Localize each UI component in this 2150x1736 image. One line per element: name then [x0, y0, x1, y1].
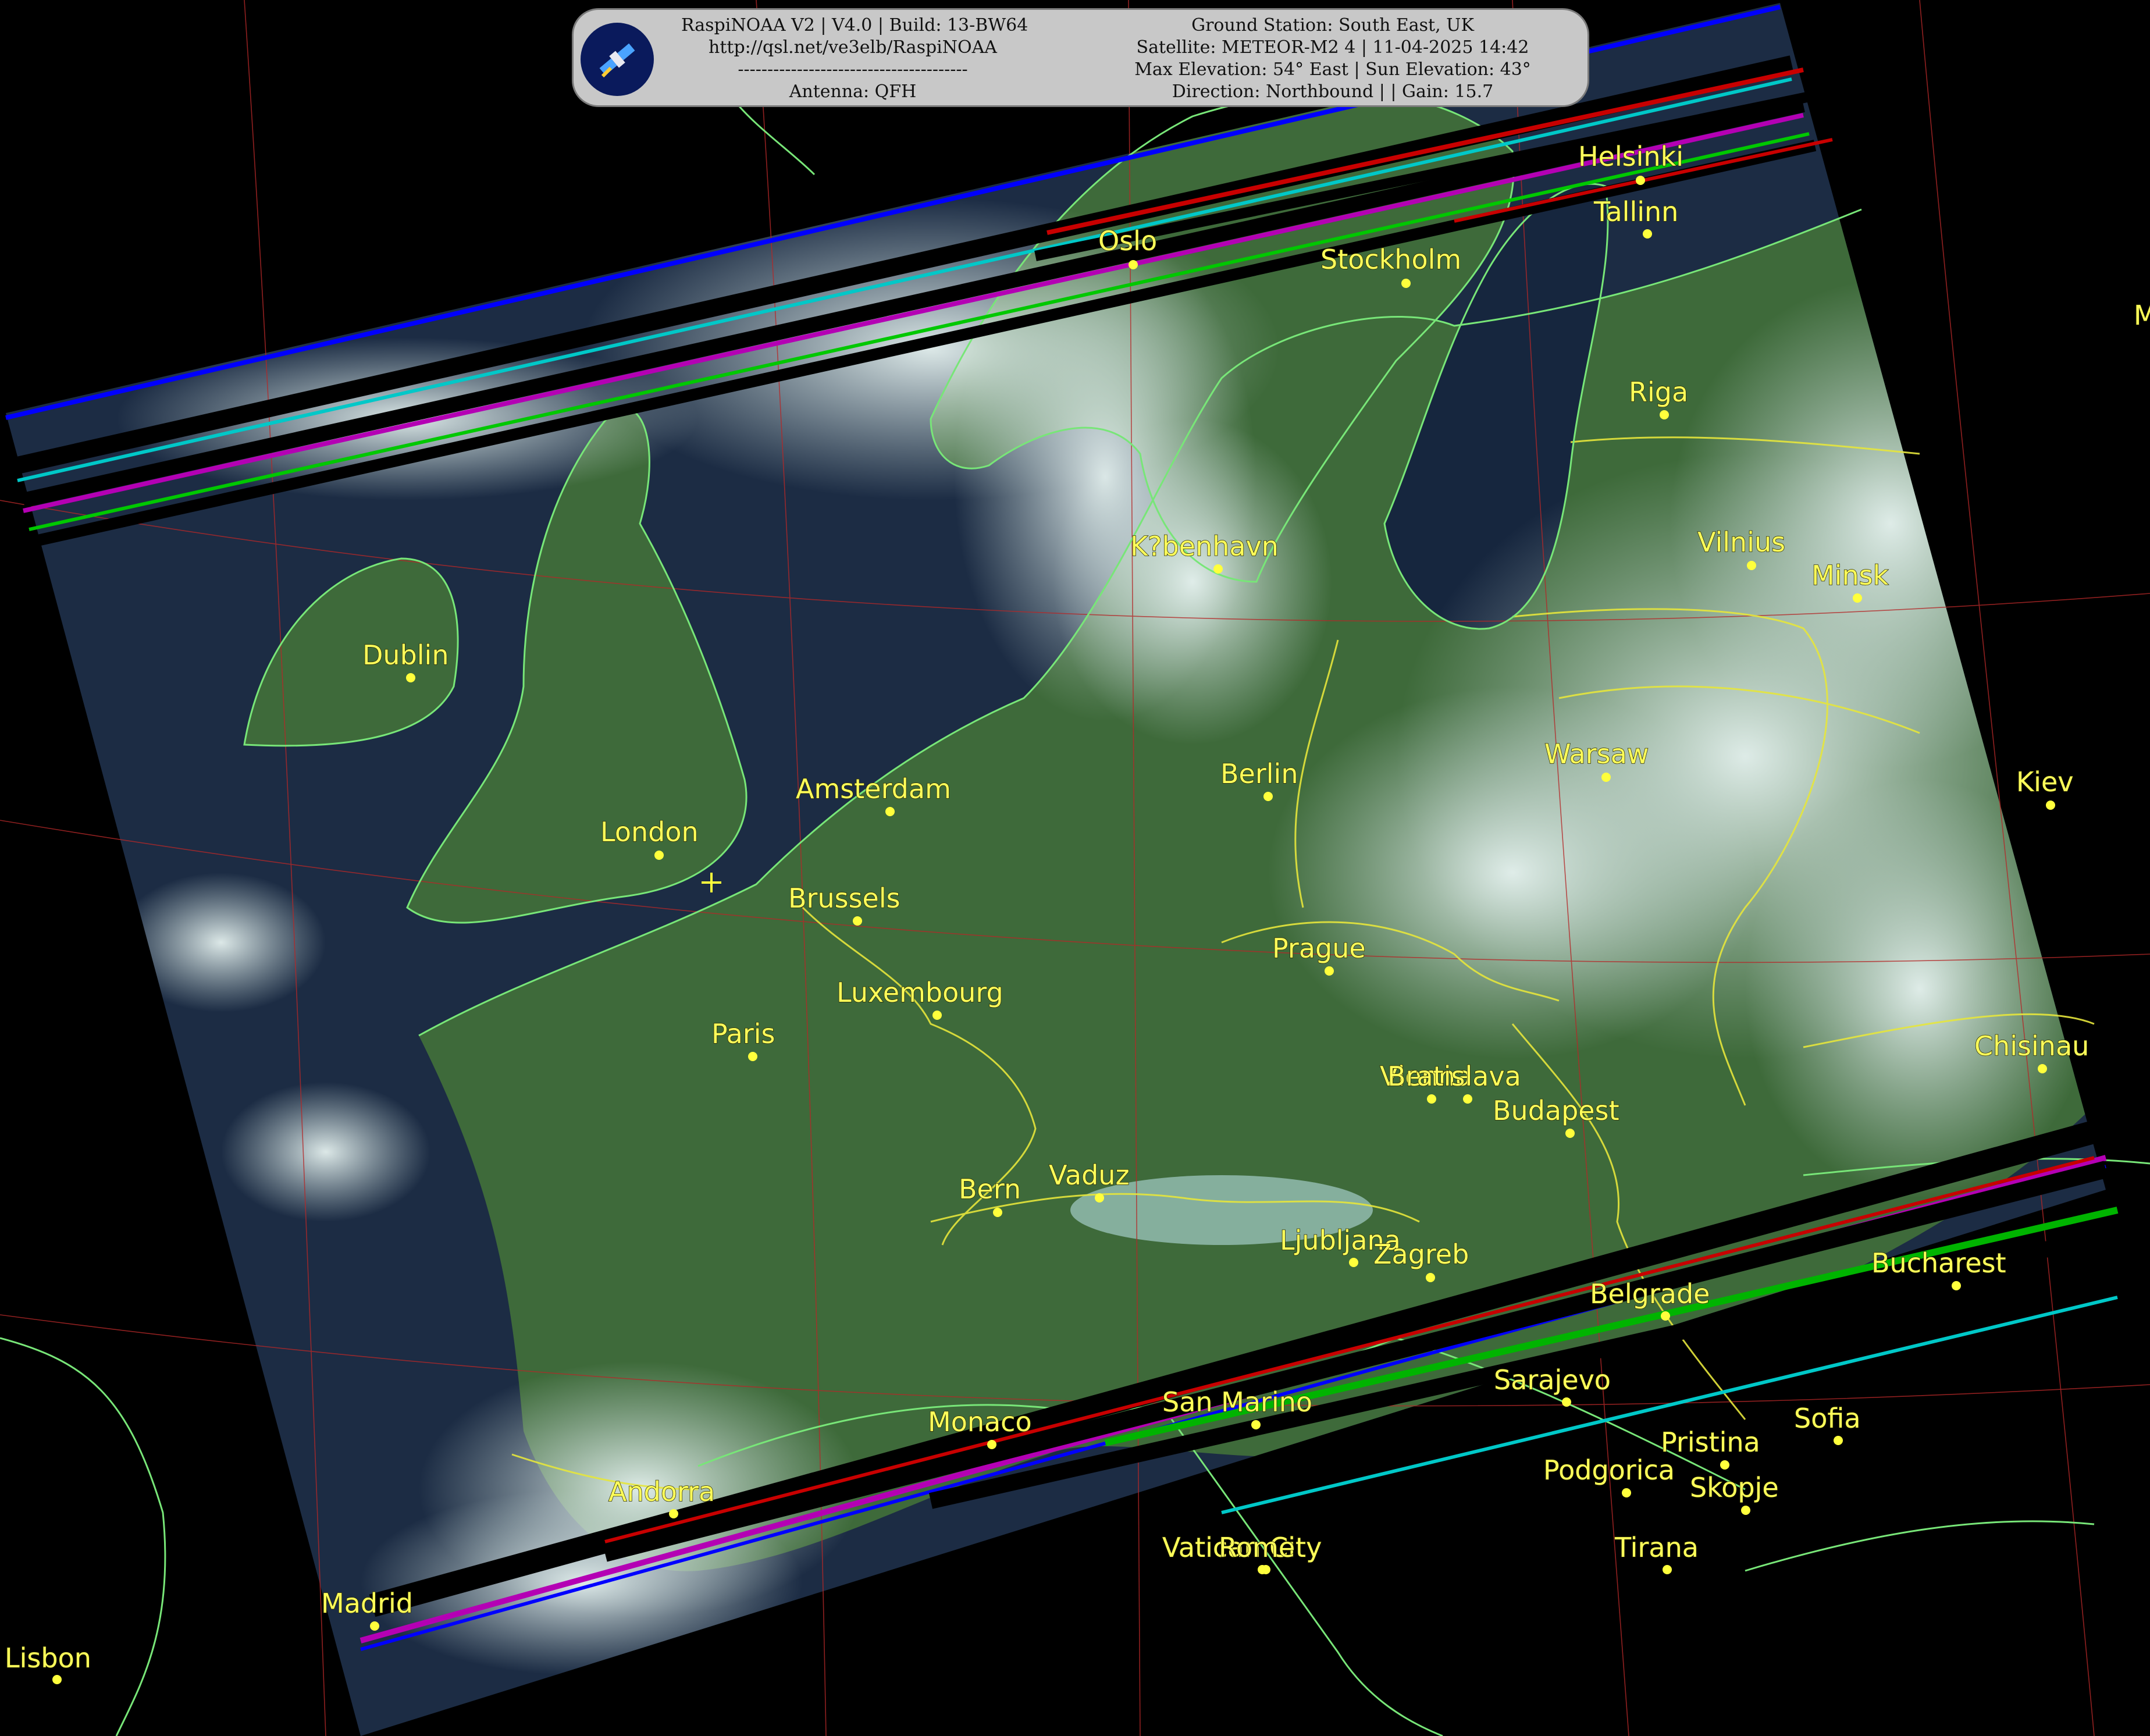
- city-dot: [1565, 1129, 1575, 1138]
- city-dot: [2046, 801, 2055, 810]
- software-version: RaspiNOAA V2 | V4.0 | Build: 13-BW64: [681, 15, 1028, 35]
- city-dot: [1952, 1281, 1961, 1290]
- city-dot: [370, 1621, 379, 1631]
- city-label: Minsk: [1811, 560, 1889, 591]
- city-dot: [1261, 1565, 1270, 1574]
- city-label: Lisbon: [5, 1642, 91, 1674]
- city-label: Sofia: [1794, 1403, 1861, 1434]
- city-dot: [1349, 1258, 1358, 1267]
- city-label: Monaco: [928, 1406, 1032, 1438]
- city-label: Belgrade: [1590, 1278, 1710, 1310]
- city-label: San Marino: [1162, 1386, 1312, 1418]
- city-label: Sarajevo: [1494, 1364, 1611, 1396]
- city-dot: [1720, 1460, 1729, 1470]
- city-dot: [52, 1675, 62, 1684]
- city-dot: [1263, 792, 1273, 801]
- city-dot: [1660, 410, 1669, 419]
- city-dot: [669, 1509, 678, 1518]
- city-label: Warsaw: [1544, 738, 1649, 770]
- city-label: Bucharest: [1871, 1247, 2006, 1279]
- city-dot: [1636, 176, 1645, 185]
- city-label: London: [600, 816, 699, 848]
- edge-label: M: [2134, 300, 2150, 331]
- city-label: Vilnius: [1697, 527, 1785, 558]
- city-label: Tirana: [1614, 1532, 1699, 1563]
- separator: ---------------------------------------: [738, 59, 968, 80]
- city-label: K?benhavn: [1130, 531, 1279, 562]
- city-label: Prague: [1272, 933, 1366, 964]
- city-dot: [1741, 1506, 1750, 1515]
- city-dot: [987, 1440, 996, 1449]
- city-dot: [406, 673, 415, 682]
- city-label: Kiev: [2016, 766, 2073, 798]
- elevation-info: Max Elevation: 54° East | Sun Elevation:…: [1134, 59, 1531, 80]
- city-label: Vaduz: [1049, 1159, 1130, 1191]
- city-label: Madrid: [321, 1588, 413, 1619]
- city-label: Budapest: [1493, 1095, 1619, 1126]
- city-label: Dublin: [362, 639, 449, 671]
- city-dot: [1834, 1436, 1843, 1445]
- city-dot: [1426, 1273, 1435, 1282]
- city-dot: [1325, 966, 1334, 976]
- city-dot: [748, 1052, 757, 1061]
- direction-gain: Direction: Northbound | | Gain: 15.7: [1172, 81, 1494, 102]
- city-dot: [1213, 564, 1223, 574]
- pass-details: Ground Station: South East, UK Satellite…: [1100, 15, 1565, 103]
- city-dot: [1463, 1094, 1472, 1104]
- city-dot: [1853, 593, 1862, 603]
- city-label: Helsinki: [1578, 141, 1683, 172]
- city-label: Luxembourg: [836, 977, 1003, 1008]
- city-dot: [1747, 561, 1756, 570]
- city-dot: [1251, 1420, 1261, 1429]
- city-dot: [1643, 229, 1652, 239]
- city-dot: [1129, 260, 1138, 269]
- city-label: Paris: [711, 1018, 775, 1050]
- software-url[interactable]: http://qsl.net/ve3elb/RaspiNOAA: [681, 37, 1024, 59]
- city-dot: [1427, 1094, 1436, 1104]
- city-label: Rome: [1219, 1532, 1295, 1563]
- city-dot: [932, 1011, 942, 1020]
- city-dot: [2038, 1064, 2047, 1073]
- city-label: Tallinn: [1593, 196, 1678, 227]
- satellite-info: Satellite: METEOR-M2 4 | 11-04-2025 14:4…: [1136, 37, 1529, 58]
- city-label: Amsterdam: [796, 773, 951, 805]
- city-label: Bratislava: [1387, 1061, 1521, 1092]
- city-dot: [993, 1208, 1002, 1217]
- city-dot: [1663, 1565, 1672, 1574]
- city-label: Chisinau: [1974, 1030, 2089, 1062]
- city-label: Riga: [1629, 376, 1688, 408]
- city-dot: [654, 851, 664, 860]
- software-info: RaspiNOAA V2 | V4.0 | Build: 13-BW64 htt…: [681, 15, 1028, 103]
- city-dot: [853, 916, 862, 926]
- pass-info-header: RaspiNOAA V2 | V4.0 | Build: 13-BW64 htt…: [572, 8, 1589, 107]
- city-label: Pristina: [1661, 1426, 1760, 1458]
- city-dot: [1601, 773, 1611, 782]
- city-dot: [1095, 1193, 1104, 1203]
- city-label: Berlin: [1220, 758, 1298, 789]
- satellite-map[interactable]: M Helsinki Tallinn Oslo Stockholm Riga K…: [0, 0, 2150, 1736]
- city-label: Andorra: [608, 1476, 715, 1507]
- city-label: Bern: [959, 1173, 1021, 1205]
- city-label: Brussels: [788, 883, 900, 914]
- city-label: Oslo: [1098, 225, 1157, 257]
- antenna-info: Antenna: QFH: [789, 81, 917, 102]
- city-label: Stockholm: [1320, 244, 1461, 275]
- city-dot: [885, 807, 895, 816]
- city-label: Podgorica: [1543, 1454, 1675, 1486]
- city-dot: [1661, 1311, 1670, 1321]
- city-label: Zagreb: [1373, 1239, 1469, 1270]
- city-dot: [1622, 1488, 1631, 1497]
- city-dot: [1562, 1397, 1571, 1407]
- ground-station: Ground Station: South East, UK: [1191, 15, 1474, 35]
- city-dot: [1401, 279, 1411, 288]
- satellite-icon: [581, 23, 654, 96]
- city-label: Skopje: [1690, 1472, 1779, 1503]
